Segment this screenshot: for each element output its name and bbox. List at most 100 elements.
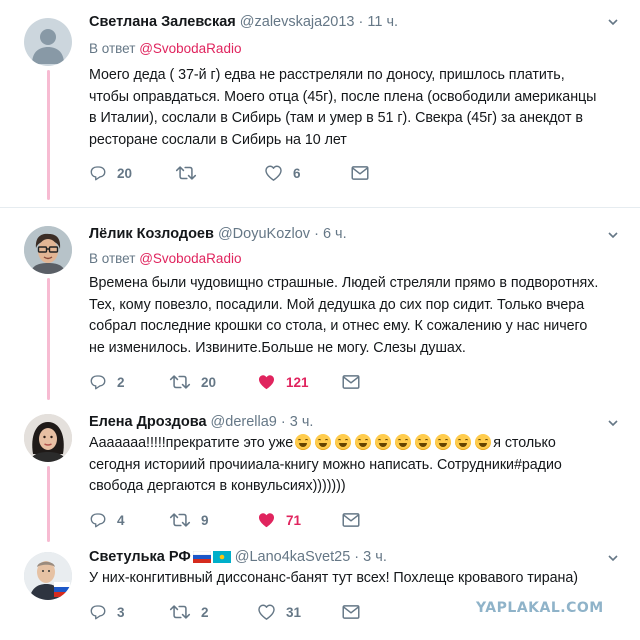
reply-button[interactable]: 4 — [89, 510, 125, 530]
like-icon — [265, 165, 282, 181]
direct-message-button[interactable] — [342, 510, 360, 530]
separator-dot: · — [314, 226, 319, 242]
retweet-count: 20 — [201, 374, 217, 390]
like-button[interactable]: 71 — [257, 510, 301, 530]
tweet-header: Светулька РФ @Lano4kaSvet25 · 3 ч. — [89, 548, 387, 566]
laughing-emoji-icon — [355, 434, 372, 450]
like-count: 6 — [293, 165, 301, 181]
thread-line — [47, 70, 50, 200]
chevron-down-icon[interactable] — [608, 418, 618, 428]
action-bar: 2 20 121 — [89, 372, 389, 392]
watermark: YAPLAKAL.COM — [476, 600, 604, 616]
author-handle[interactable]: @derella9 — [211, 414, 277, 430]
author-name[interactable]: Лёлик Козлодоев — [89, 226, 214, 242]
like-count: 71 — [286, 512, 302, 528]
like-icon — [258, 604, 275, 620]
reply-icon — [90, 166, 106, 181]
reply-prefix: В ответ — [89, 41, 136, 56]
heart-filled-icon — [258, 513, 275, 528]
avatar-default-icon[interactable] — [24, 18, 72, 66]
timestamp[interactable]: 3 ч. — [363, 549, 387, 565]
reply-to-link[interactable]: @SvobodaRadio — [139, 41, 241, 56]
retweet-button[interactable]: 2 — [169, 602, 209, 622]
tweet-header: Лёлик Козлодоев @DoyuKozlov · 6 ч. — [89, 225, 347, 243]
author-handle[interactable]: @DoyuKozlov — [218, 226, 310, 242]
message-icon — [342, 605, 360, 619]
author-handle[interactable]: @Lano4kaSvet25 — [235, 549, 351, 565]
tweet-2: Лёлик Козлодоев @DoyuKozlov · 6 ч. В отв… — [0, 208, 640, 400]
author-name[interactable]: Светлана Залевская — [89, 14, 236, 30]
timestamp[interactable]: 6 ч. — [323, 226, 347, 242]
message-icon — [342, 375, 360, 389]
action-bar: 20 6 — [89, 163, 389, 183]
author-name[interactable]: Светулька РФ — [89, 549, 191, 565]
direct-message-button[interactable] — [342, 602, 360, 622]
reply-icon — [90, 513, 106, 528]
chevron-down-icon[interactable] — [608, 553, 618, 563]
chevron-down-icon[interactable] — [608, 230, 618, 240]
laughing-emoji-icon — [455, 434, 472, 450]
tweet-header: Елена Дроздова @derella9 · 3 ч. — [89, 413, 313, 431]
kazakhstan-flag-icon — [212, 551, 231, 563]
laughing-emoji-icon — [315, 434, 332, 450]
timestamp[interactable]: 3 ч. — [290, 414, 314, 430]
reply-icon — [90, 375, 106, 390]
timestamp[interactable]: 11 ч. — [367, 14, 398, 30]
russia-flag-icon — [192, 551, 211, 563]
tweet-text: У них-конгитивный диссонанс-банят тут вс… — [89, 570, 578, 586]
tweet-text-rest: сегодня историий прочииала-книгу можно н… — [89, 456, 562, 495]
retweet-icon — [169, 375, 191, 389]
separator-dot: · — [358, 14, 364, 30]
retweet-button[interactable] — [175, 163, 207, 183]
reply-icon — [90, 605, 106, 620]
reply-count: 2 — [117, 374, 125, 390]
avatar-photo[interactable] — [24, 552, 72, 600]
thread-line — [47, 466, 50, 542]
laughing-emoji-icon — [335, 434, 352, 450]
laughing-emoji-icon — [435, 434, 452, 450]
message-icon — [342, 513, 360, 527]
retweet-button[interactable]: 20 — [169, 372, 216, 392]
tweet-text-start: Ааааааа!!!!!прекратите это уже — [89, 435, 294, 451]
avatar-photo[interactable] — [24, 226, 72, 274]
author-handle[interactable]: @zalevskaja2013 — [240, 14, 355, 30]
separator-dot: · — [280, 414, 286, 430]
reply-count: 3 — [117, 604, 125, 620]
direct-message-button[interactable] — [351, 163, 369, 183]
like-button[interactable]: 31 — [257, 602, 301, 622]
like-button[interactable]: 121 — [257, 372, 309, 392]
retweet-count: 2 — [201, 604, 209, 620]
chevron-down-icon[interactable] — [608, 17, 618, 27]
reply-button[interactable]: 20 — [89, 163, 132, 183]
tweet-text: Моего деда ( 37-й г) едва не расстреляли… — [89, 67, 597, 148]
reply-to-link[interactable]: @SvobodaRadio — [139, 251, 241, 266]
like-count: 121 — [286, 374, 309, 390]
reply-context: В ответ @SvobodaRadio — [89, 250, 241, 267]
retweet-icon — [169, 605, 191, 619]
tweet-text: Ааааааа!!!!!прекратите это уже я столько … — [89, 433, 634, 498]
tweet-text: Времена были чудовищно страшные. Людей с… — [89, 275, 599, 356]
reply-button[interactable]: 2 — [89, 372, 125, 392]
tweet-4: Светулька РФ @Lano4kaSvet25 · 3 ч. У них… — [0, 540, 640, 640]
reply-button[interactable]: 3 — [89, 602, 125, 622]
laughing-emoji-row — [293, 434, 493, 451]
like-button[interactable]: 6 — [264, 163, 301, 183]
avatar-photo[interactable] — [24, 414, 72, 462]
tweet-header: Светлана Залевская @zalevskaja2013 · 11 … — [89, 13, 398, 31]
action-bar: 4 9 71 — [89, 510, 389, 530]
author-name[interactable]: Елена Дроздова — [89, 414, 207, 430]
laughing-emoji-icon — [415, 434, 432, 450]
laughing-emoji-icon — [375, 434, 392, 450]
laughing-emoji-icon — [295, 434, 312, 450]
retweet-count: 9 — [201, 512, 209, 528]
direct-message-button[interactable] — [342, 372, 360, 392]
message-icon — [351, 166, 369, 180]
laughing-emoji-icon — [475, 434, 492, 450]
tweet-1: Светлана Залевская @zalevskaja2013 · 11 … — [0, 0, 640, 205]
reply-count: 4 — [117, 512, 125, 528]
separator-dot: · — [354, 549, 360, 565]
retweet-icon — [175, 166, 197, 180]
heart-filled-icon — [258, 375, 275, 390]
retweet-icon — [169, 513, 191, 527]
retweet-button[interactable]: 9 — [169, 510, 209, 530]
